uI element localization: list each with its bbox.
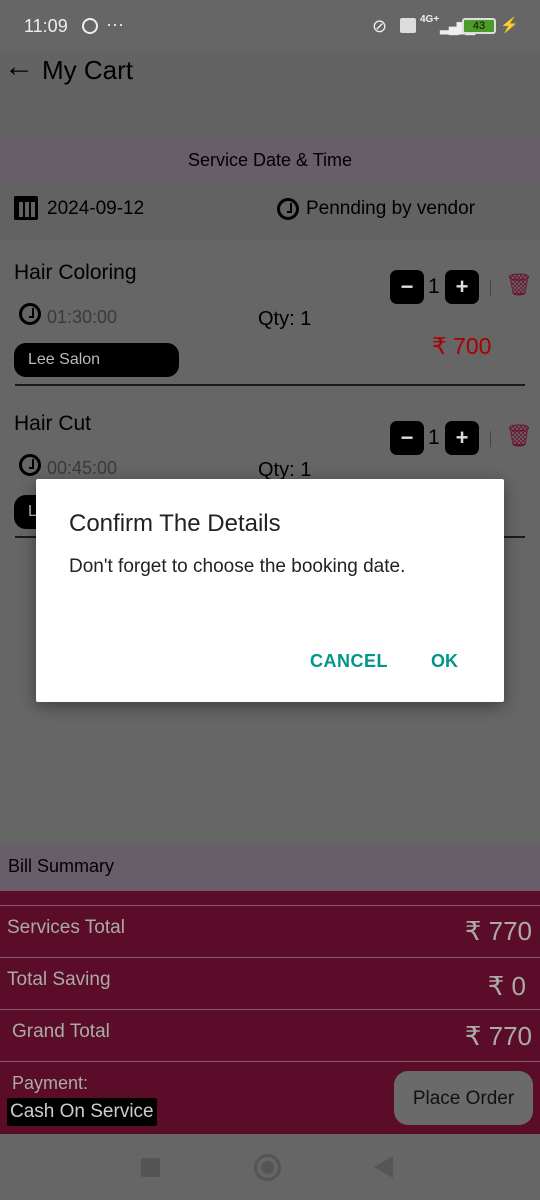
bill-row-services-total: Services Total ₹ 770 [0, 905, 540, 957]
vendor-badge: Lee Salon [14, 343, 179, 377]
dialog-message: Don't forget to choose the booking date. [69, 556, 406, 577]
notification-icon [82, 18, 98, 34]
network-type: 4G+ [420, 14, 440, 25]
time: 11:09 [24, 16, 68, 36]
payment-label: Payment: [12, 1073, 89, 1093]
item-name: Hair Coloring [14, 261, 137, 284]
delete-icon[interactable]: 🗑 [505, 272, 533, 298]
bill-row-grand-total: Grand Total ₹ 770 [0, 1009, 540, 1061]
cancel-button[interactable]: CANCEL [310, 651, 388, 672]
clock-icon [277, 198, 299, 220]
payment-method[interactable]: Cash On Service [7, 1098, 157, 1126]
decrease-qty-button[interactable]: − [390, 421, 424, 455]
increase-qty-button[interactable]: + [445, 421, 479, 455]
recents-button[interactable] [141, 1158, 160, 1177]
status-bar: 11:09 ··· ⊘ 4G+ ▂▄▆█ 43 ⚡ [0, 0, 540, 50]
clock-icon [19, 303, 41, 325]
service-date[interactable]: 2024-09-12 [47, 198, 144, 220]
item-qty-label: Qty: 1 [258, 308, 312, 330]
divider [490, 431, 491, 447]
battery-icon: 43 [462, 18, 496, 34]
item-duration: 00:45:00 [47, 458, 118, 478]
bill-spacer [0, 891, 540, 905]
confirm-dialog: Confirm The Details Don't forget to choo… [36, 479, 504, 702]
increase-qty-button[interactable]: + [445, 270, 479, 304]
item-duration: 01:30:00 [47, 307, 118, 327]
ok-button[interactable]: OK [431, 651, 458, 672]
bill-value: ₹ 770 [464, 916, 532, 946]
item-price: ₹ 700 [432, 333, 492, 359]
payment-row: Payment: Cash On Service Place Order [0, 1061, 540, 1134]
back-nav-button[interactable] [374, 1156, 393, 1178]
bill-label: Services Total [7, 917, 125, 938]
item-name: Hair Cut [14, 412, 92, 435]
delete-icon[interactable]: 🗑 [505, 423, 533, 449]
cart-item: Hair Coloring 01:30:00 Qty: 1 Lee Salon … [0, 240, 540, 390]
app-bar: ← My Cart [0, 50, 540, 140]
divider [15, 384, 525, 386]
service-date-row: 2024-09-12 Pennding by vendor [0, 180, 540, 240]
back-button[interactable]: ← [4, 50, 34, 84]
bill-row-total-saving: Total Saving ₹ 0 [0, 957, 540, 1009]
home-button[interactable] [254, 1154, 281, 1181]
bill-label: Total Saving [7, 969, 111, 990]
nav-bar [0, 1134, 540, 1200]
decrease-qty-button[interactable]: − [390, 270, 424, 304]
place-order-button[interactable]: Place Order [394, 1071, 533, 1125]
charging-icon: ⚡ [500, 17, 519, 34]
bill-label: Grand Total [12, 1021, 110, 1042]
link-icon: ⊘ [372, 16, 388, 36]
service-date-time-header: Service Date & Time [0, 140, 540, 180]
calendar-icon[interactable] [14, 196, 38, 220]
item-qty: 1 [428, 275, 440, 298]
clock-icon [19, 454, 41, 476]
bill-value: ₹ 770 [464, 1021, 532, 1051]
booking-status: Pennding by vendor [306, 198, 476, 219]
volte-icon [400, 18, 416, 33]
dialog-title: Confirm The Details [69, 510, 281, 537]
item-qty: 1 [428, 426, 440, 449]
more-notifications: ··· [106, 14, 124, 34]
page-title: My Cart [42, 55, 133, 85]
divider [490, 280, 491, 296]
bill-summary-header: Bill Summary [0, 845, 540, 891]
bill-value: ₹ 0 [487, 971, 526, 1001]
